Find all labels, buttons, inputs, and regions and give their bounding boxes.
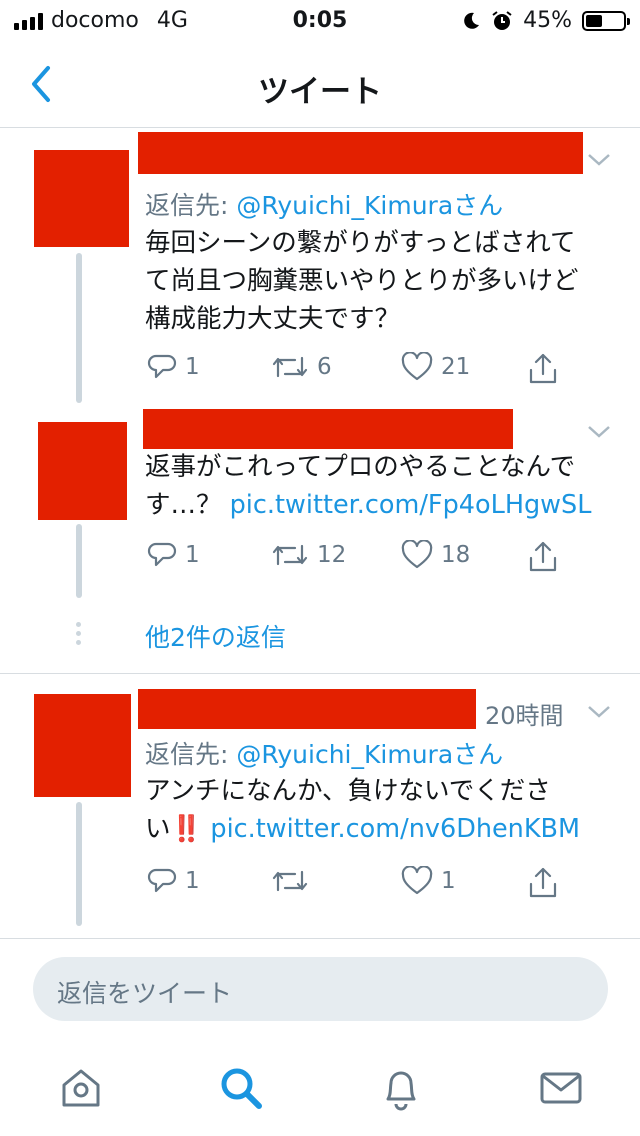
share-icon[interactable] <box>527 352 559 386</box>
tweet[interactable]: 返信先: @Ryuichi_Kimuraさん 毎回シーンの繋がりがすっとばされて… <box>0 128 640 403</box>
reply-to-handle[interactable]: @Ryuichi_Kimuraさん <box>236 191 503 220</box>
reply-to-handle[interactable]: @Ryuichi_Kimuraさん <box>236 740 503 769</box>
retweet-button[interactable] <box>271 866 317 896</box>
battery-percent: 45% <box>523 8 572 33</box>
chevron-down-icon[interactable] <box>586 704 612 720</box>
like-count: 21 <box>441 354 471 380</box>
tweet-actions: 1 6 21 <box>145 352 575 392</box>
retweet-icon <box>272 870 308 892</box>
avatar[interactable] <box>38 422 127 520</box>
search-icon[interactable] <box>217 1064 265 1112</box>
heart-icon <box>401 352 433 381</box>
chevron-down-icon[interactable] <box>586 152 612 168</box>
reply-icon <box>147 354 177 379</box>
like-button[interactable]: 21 <box>401 352 470 382</box>
battery-icon <box>582 10 630 31</box>
reply-button[interactable]: 1 <box>147 352 200 382</box>
tweet-link[interactable]: pic.twitter.com/nv6DhenKBM <box>210 814 580 844</box>
share-icon[interactable] <box>527 540 559 574</box>
retweet-count: 12 <box>317 542 347 568</box>
retweet-button[interactable]: 12 <box>271 540 346 570</box>
messages-icon[interactable] <box>537 1064 585 1112</box>
heart-icon <box>401 866 433 895</box>
divider <box>0 938 640 939</box>
heart-icon <box>401 540 433 569</box>
thread-line <box>76 802 82 926</box>
reply-count: 1 <box>185 542 200 568</box>
retweet-icon <box>272 356 308 378</box>
retweet-count: 6 <box>317 354 332 380</box>
composer-placeholder: 返信をツイート <box>57 979 233 1008</box>
reply-count: 1 <box>185 868 200 894</box>
reply-button[interactable]: 1 <box>147 866 200 896</box>
like-count: 18 <box>441 542 471 568</box>
tweet-link[interactable]: pic.twitter.com/Fp4oLHgwSL <box>230 490 592 520</box>
thread-dots <box>76 622 82 649</box>
tweet-text: 毎回シーンの繋がりがすっとばされてて尚且つ胸糞悪いやりとりが多いけど構成能力大丈… <box>145 228 579 334</box>
more-replies-link[interactable]: 他2件の返信 <box>145 618 286 654</box>
tweet-text: 返事がこれってプロのやることなんです…？ pic.twitter.com/Fp4… <box>145 452 592 520</box>
reply-icon <box>147 868 177 893</box>
like-count: 1 <box>441 868 456 894</box>
thread-line <box>76 524 82 598</box>
retweet-button[interactable]: 6 <box>271 352 332 382</box>
avatar[interactable] <box>34 150 129 247</box>
page-title: ツイート <box>258 74 382 110</box>
redacted-username <box>143 409 513 449</box>
reply-to: 返信先: @Ryuichi_Kimuraさん <box>145 191 504 220</box>
status-bar: docomo 4G 0:05 45% <box>0 0 640 40</box>
reply-icon <box>147 542 177 567</box>
avatar[interactable] <box>34 694 131 797</box>
notifications-icon[interactable] <box>377 1064 425 1112</box>
like-button[interactable]: 18 <box>401 540 470 570</box>
like-button[interactable]: 1 <box>401 866 456 896</box>
tweet[interactable]: 20時間 返信先: @Ryuichi_Kimuraさん アンチになんか、負けない… <box>0 674 640 938</box>
tab-bar <box>0 1040 640 1136</box>
reply-composer[interactable]: 返信をツイート <box>33 957 608 1021</box>
reply-button[interactable]: 1 <box>147 540 200 570</box>
moon-icon <box>464 12 480 29</box>
chevron-down-icon[interactable] <box>586 424 612 440</box>
thread-line <box>76 253 82 403</box>
tweet[interactable]: 返事がこれってプロのやることなんです…？ pic.twitter.com/Fp4… <box>0 398 640 673</box>
double-exclamation-emoji: ‼️ <box>170 814 203 844</box>
alarm-icon <box>492 10 512 30</box>
retweet-icon <box>272 544 308 566</box>
status-right: 45% <box>461 8 630 33</box>
share-icon[interactable] <box>527 866 559 900</box>
redacted-username <box>138 689 476 729</box>
reply-to: 返信先: @Ryuichi_Kimuraさん <box>145 740 504 769</box>
tweet-text: アンチになんか、負けないでください‼️ pic.twitter.com/nv6D… <box>145 776 581 844</box>
redacted-username <box>138 132 583 174</box>
nav-bar: ツイート <box>0 40 640 128</box>
reply-count: 1 <box>185 354 200 380</box>
tweet-time: 20時間 <box>485 702 564 730</box>
tweet-actions: 1 12 18 <box>145 540 575 580</box>
tweet-actions: 1 1 <box>145 866 575 906</box>
home-icon[interactable] <box>57 1064 105 1112</box>
